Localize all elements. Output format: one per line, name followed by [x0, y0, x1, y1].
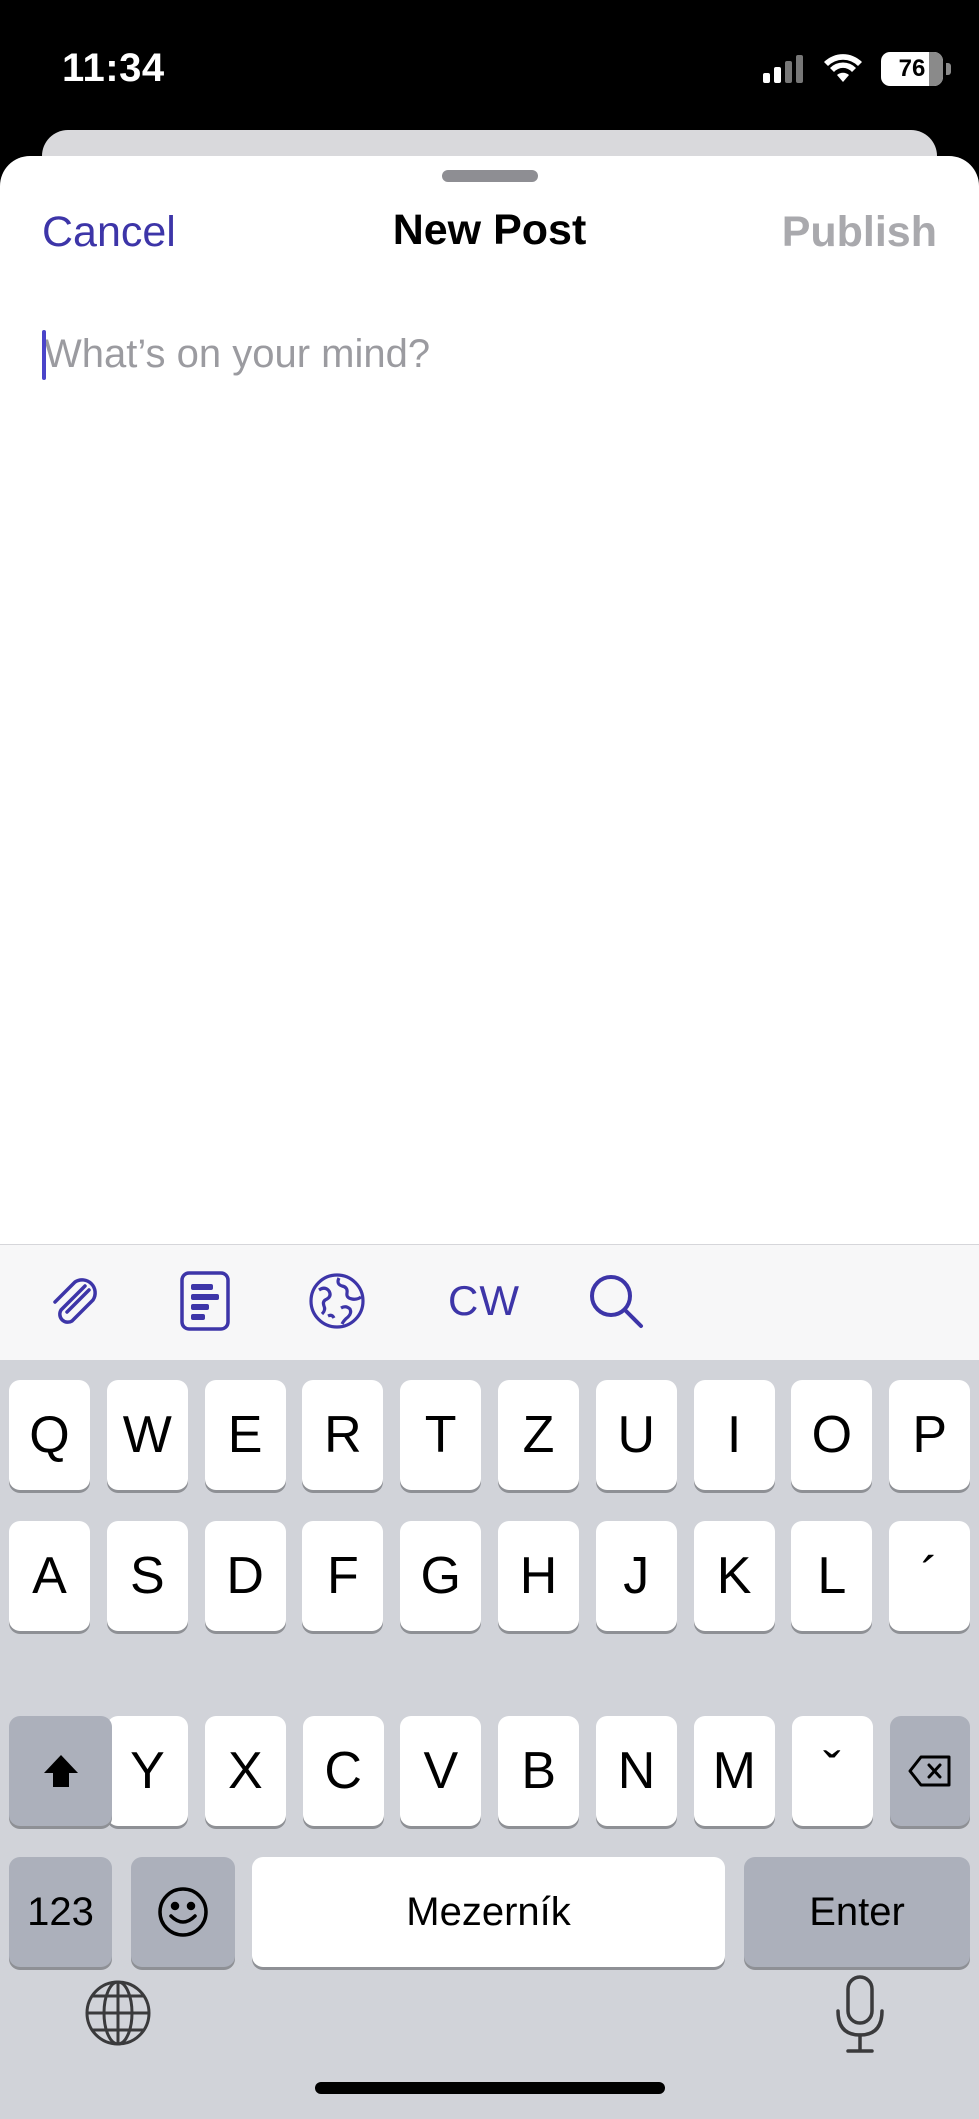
key-row2-0[interactable]: A	[9, 1521, 90, 1631]
cancel-button[interactable]: Cancel	[42, 208, 176, 257]
enter-key[interactable]: Enter	[744, 1857, 970, 1967]
key-row3-3[interactable]: V	[400, 1716, 482, 1826]
format-button[interactable]	[169, 1265, 241, 1337]
software-keyboard: QWERTZUIOP A S D F G H J K L ´ YXCVBNMˇ 123 Mezer…	[0, 1360, 979, 2119]
status-icons: 76	[763, 52, 951, 86]
shift-icon	[43, 1755, 78, 1787]
numbers-key[interactable]: 123	[9, 1857, 112, 1967]
key-row2-3[interactable]: F	[302, 1521, 384, 1631]
microphone-icon	[836, 1975, 884, 2053]
text-cursor	[42, 330, 46, 380]
visibility-button[interactable]	[301, 1265, 373, 1337]
content-warning-button[interactable]: CW	[448, 1265, 520, 1337]
status-time: 11:34	[62, 46, 165, 90]
publish-button[interactable]: Publish	[782, 208, 937, 257]
key-row1-1[interactable]: W	[106, 1380, 188, 1490]
key-row3-6[interactable]: M	[693, 1716, 775, 1826]
shift-key[interactable]	[9, 1716, 112, 1826]
key-row1-5[interactable]: Z	[498, 1380, 579, 1490]
wifi-icon	[824, 54, 862, 82]
document-format-icon	[180, 1271, 230, 1331]
battery-icon: 76	[881, 52, 951, 86]
emoji-key[interactable]	[131, 1857, 235, 1967]
key-row2-6[interactable]: J	[595, 1521, 677, 1631]
key-row1-3[interactable]: R	[302, 1380, 384, 1490]
key-row2-1[interactable]: S	[106, 1521, 188, 1631]
space-key[interactable]: Mezerník	[252, 1857, 725, 1967]
key-row3-7[interactable]: ˇ	[791, 1716, 873, 1826]
compose-toolbar: CW	[0, 1244, 979, 1360]
globe-key[interactable]	[80, 1975, 156, 2051]
post-placeholder: What’s on your mind?	[44, 332, 431, 376]
battery-level: 76	[898, 55, 926, 82]
globe-visibility-icon	[309, 1273, 365, 1329]
key-row3-1[interactable]: X	[204, 1716, 286, 1826]
key-row1-7[interactable]: I	[693, 1380, 775, 1490]
key-row3-2[interactable]: C	[302, 1716, 384, 1826]
backspace-icon	[908, 1755, 951, 1787]
key-row1-0[interactable]: Q	[9, 1380, 90, 1490]
key-row1-9[interactable]: P	[889, 1380, 971, 1490]
search-button[interactable]	[580, 1265, 652, 1337]
key-row1-2[interactable]: E	[204, 1380, 286, 1490]
key-row2-2[interactable]: D	[204, 1521, 286, 1631]
search-icon	[590, 1275, 643, 1328]
sheet-grabber[interactable]	[442, 170, 538, 182]
cellular-signal-icon	[763, 55, 803, 83]
key-row3-0[interactable]: Y	[107, 1716, 188, 1826]
key-row2-5[interactable]: H	[498, 1521, 579, 1631]
key-row3-5[interactable]: N	[596, 1716, 677, 1826]
globe-icon	[85, 1980, 151, 2046]
key-row2-7[interactable]: K	[693, 1521, 775, 1631]
key-row1-6[interactable]: U	[595, 1380, 677, 1490]
key-row2-9[interactable]: ´	[889, 1521, 971, 1631]
key-row2-8[interactable]: L	[791, 1521, 873, 1631]
key-row1-8[interactable]: O	[791, 1380, 873, 1490]
key-row2-4[interactable]: G	[400, 1521, 482, 1631]
dictation-key[interactable]	[822, 1970, 898, 2060]
status-bar: 11:34 76	[0, 0, 979, 130]
new-post-sheet: Cancel New Post Publish What’s on your m…	[0, 156, 979, 1246]
key-row1-4[interactable]: T	[400, 1380, 482, 1490]
key-row3-4[interactable]: B	[498, 1716, 580, 1826]
home-indicator	[315, 2082, 665, 2094]
paperclip-icon	[53, 1278, 97, 1324]
post-text-input[interactable]: What’s on your mind?	[42, 326, 937, 1026]
attach-button[interactable]	[38, 1265, 110, 1337]
delete-key[interactable]	[890, 1716, 970, 1826]
emoji-icon	[158, 1887, 208, 1937]
